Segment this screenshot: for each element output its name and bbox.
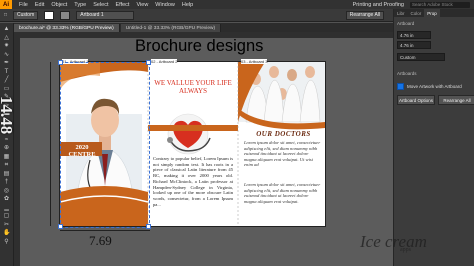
type-icon[interactable]: T — [3, 69, 10, 76]
menu-select[interactable]: Select — [93, 2, 108, 8]
width-dimension-line — [60, 230, 150, 231]
magic-wand-icon[interactable]: ✷ — [3, 43, 10, 50]
artboard-options-button[interactable]: Artboard Options — [397, 95, 435, 105]
direct-selection-icon[interactable]: △ — [3, 35, 10, 42]
tab-untitled[interactable]: Untitled-1 @ 33.33% (RGB/GPU Preview) — [120, 24, 222, 32]
selection-arrow-icon[interactable]: ▲ — [3, 26, 10, 33]
artboard-label-3[interactable]: 03 - Artboard 3 — [241, 59, 268, 64]
body-text: Contrary to popular belief, Lorem Ipsum … — [153, 156, 233, 207]
width-dimension-label: 7.69 — [89, 233, 112, 248]
preset-select[interactable]: Custom — [13, 10, 39, 20]
tab-libraries[interactable]: Libr — [394, 11, 408, 16]
shape-builder-icon[interactable]: ⊕ — [3, 145, 10, 152]
rearrange-all-panel-button[interactable]: Rearrange All — [438, 95, 474, 105]
artboard-selection — [60, 62, 150, 228]
page-heading: Brochure designs — [135, 37, 264, 55]
mesh-icon[interactable]: ⌗ — [3, 162, 10, 169]
zoom-icon[interactable]: ⚲ — [3, 239, 10, 246]
hand-icon[interactable]: ✋ — [3, 230, 10, 237]
symbol-sprayer-icon[interactable]: ✿ — [3, 196, 10, 203]
workspace-switcher[interactable]: Printing and Proofing — [353, 2, 404, 8]
landscape-orientation-icon[interactable] — [60, 10, 71, 20]
menu-type[interactable]: Type — [74, 2, 86, 8]
headline: WE VALLUE YOUR LIFE ALWAYS — [154, 79, 232, 95]
move-artwork-checkbox[interactable] — [397, 83, 404, 90]
line-icon[interactable]: ╱ — [3, 77, 10, 84]
menu-file[interactable]: File — [19, 2, 28, 8]
artboard-name-field[interactable]: Artboard 1 — [76, 10, 135, 20]
y-field[interactable]: 4.76 in — [397, 41, 431, 49]
doctors-title: OUR DOCTORS — [256, 130, 311, 138]
selection-handle[interactable] — [146, 224, 151, 229]
width-icon[interactable]: ≈ — [3, 137, 10, 144]
stock-search-input[interactable]: Search Adobe Stock — [410, 1, 470, 8]
doctors-paragraph-1: Lorem ipsum dolor sit amet, consectetuer… — [244, 140, 321, 168]
panel-section-artboard: Artboard — [397, 21, 415, 26]
height-dimension-label: 14.48 — [0, 96, 16, 135]
stethoscope-head — [167, 137, 173, 143]
x-field[interactable]: 4.76 in — [397, 31, 431, 39]
selection-handle[interactable] — [58, 224, 63, 229]
menu-window[interactable]: Window — [155, 2, 175, 8]
perspective-icon[interactable]: ▦ — [3, 154, 10, 161]
rearrange-all-button[interactable]: Rearrange All — [345, 10, 384, 20]
gradient-icon[interactable]: ▤ — [3, 171, 10, 178]
artboard-label-2[interactable]: 02 - Artboard 2 — [151, 59, 178, 64]
pen-icon[interactable]: ✒ — [3, 60, 10, 67]
slice-icon[interactable]: ✂ — [3, 222, 10, 229]
menu-effect[interactable]: Effect — [116, 2, 130, 8]
portrait-orientation-icon[interactable] — [44, 10, 55, 20]
toolbox: ▲ △ ✷ ∿ ✒ T ╱ ▭ ✎ ✏ ▬ ↻ ⤢ ≈ ⊕ ▦ ⌗ ▤ † ◎ ✿ ▁ ▢ ✂ ✋ ⚲ — [0, 23, 14, 266]
document-tabs: brochure.ai* @ 33.33% (RGB/GPU Preview) … — [14, 23, 421, 32]
lasso-icon[interactable]: ∿ — [3, 52, 10, 59]
menu-edit[interactable]: Edit — [35, 2, 44, 8]
watermark-text: Ice cream — [360, 232, 427, 251]
selection-handle[interactable] — [58, 60, 63, 65]
graph-icon[interactable]: ▁ — [3, 205, 10, 212]
preset-dropdown[interactable]: Custom — [397, 53, 445, 61]
height-dimension-line — [50, 62, 51, 226]
watermark-sub: apps — [400, 247, 411, 253]
menu-bar: Ai File Edit Object Type Select Effect V… — [0, 0, 474, 9]
illustrator-logo: Ai — [0, 0, 12, 9]
menu-view[interactable]: View — [136, 2, 148, 8]
menu-object[interactable]: Object — [51, 2, 67, 8]
artboard-tool-label: □ — [4, 12, 8, 18]
eyedropper-icon[interactable]: † — [3, 179, 10, 186]
ice-cream-apps-watermark: Ice cream apps — [360, 232, 427, 253]
move-artwork-label: Move Artwork with Artboard — [407, 84, 462, 89]
panel-section-artboards: Artboards — [397, 71, 417, 76]
panel2-accent-strip — [148, 125, 238, 131]
tab-properties[interactable]: Prop — [424, 9, 440, 17]
doctors-paragraph-2: Lorem ipsum dolor sit amet, consectetuer… — [244, 182, 321, 204]
artboard-icon[interactable]: ▢ — [3, 213, 10, 220]
properties-panel: Libr Color Prop Artboard 4.76 in 4.76 in… — [393, 9, 474, 266]
blend-icon[interactable]: ◎ — [3, 188, 10, 195]
selection-handle[interactable] — [146, 60, 151, 65]
rectangle-icon[interactable]: ▭ — [3, 86, 10, 93]
menu-help[interactable]: Help — [182, 2, 193, 8]
tab-brochure[interactable]: brochure.ai* @ 33.33% (RGB/GPU Preview) — [14, 24, 120, 32]
tab-color[interactable]: Color — [408, 11, 425, 16]
